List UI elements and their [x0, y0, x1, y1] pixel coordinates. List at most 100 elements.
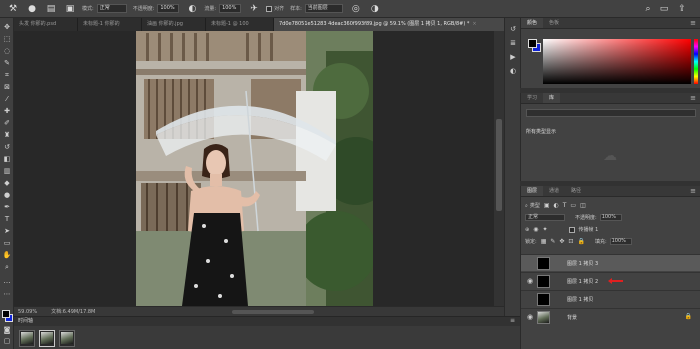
filter-smart-icon[interactable]: ◫ [580, 202, 586, 209]
hue-slider[interactable] [694, 39, 698, 84]
color-foreground-swatch[interactable] [528, 39, 537, 48]
zoom-level[interactable]: 59.09% [18, 309, 37, 315]
filter-shape-icon[interactable]: ▭ [570, 202, 576, 209]
ignore-adjustment-icon[interactable]: ◎ [350, 3, 362, 15]
search-icon[interactable]: ⌕ [642, 3, 654, 15]
document-size-info[interactable]: 文档:6.49M/17.8M [51, 308, 95, 315]
pressure-opacity-icon[interactable]: ◐ [186, 3, 198, 15]
clone-stamp-tool-icon[interactable]: ⚒ [7, 3, 19, 15]
timeline-frame-3[interactable] [59, 330, 75, 347]
horizontal-scroll-thumb[interactable] [232, 310, 314, 314]
more-tools-icon[interactable]: … [2, 277, 12, 286]
move-tool-icon[interactable]: ✥ [2, 23, 12, 32]
sample-select[interactable]: 当前图层 [304, 4, 343, 13]
vertical-scrollbar[interactable] [494, 31, 504, 306]
tab-channels[interactable]: 通道 [543, 186, 565, 196]
blend-mode-select[interactable]: 正常 [525, 214, 565, 221]
brush-preset-icon[interactable]: ● [26, 3, 38, 15]
unify-style-icon[interactable]: ✦ [542, 226, 547, 233]
color-panel-menu-icon[interactable]: ≡ [690, 19, 696, 27]
lock-position-icon[interactable]: ✥ [559, 238, 564, 245]
layer-opacity-field[interactable]: 100% [599, 214, 622, 221]
foreground-color-swatch[interactable] [2, 310, 10, 318]
quick-select-tool-icon[interactable]: ✎ [2, 59, 12, 68]
hand-tool-icon[interactable]: ✋ [2, 251, 12, 260]
healing-tool-icon[interactable]: ✚ [2, 107, 12, 116]
history-brush-tool-icon[interactable]: ↺ [2, 143, 12, 152]
tab-document-active[interactable]: 7d0e78051e51283 4deac360f993f89.jpg @ 59… [274, 18, 520, 31]
airbrush-icon[interactable]: ✈ [248, 3, 260, 15]
zoom-tool-icon[interactable]: ⌕ [2, 263, 12, 272]
color-picker-field[interactable] [543, 39, 691, 84]
fill-field[interactable]: 100% [609, 238, 632, 245]
vertical-scroll-thumb[interactable] [496, 119, 502, 211]
eraser-tool-icon[interactable]: ◧ [2, 155, 12, 164]
tab-layers[interactable]: 图层 [521, 186, 544, 196]
type-tool-icon[interactable]: T [2, 215, 12, 224]
pressure-size-icon[interactable]: ◑ [369, 3, 381, 15]
filter-pixel-icon[interactable]: ▣ [544, 202, 550, 209]
library-search-input[interactable] [526, 109, 696, 117]
tab-document-4[interactable]: 未标题-1 @ 100 [206, 18, 274, 31]
layer-filter-select[interactable]: 类型 [530, 202, 540, 209]
visibility-eye-icon[interactable]: ◉ [527, 313, 533, 321]
history-panel-icon[interactable]: ↺ [508, 24, 518, 34]
blur-tool-icon[interactable]: ◆ [2, 179, 12, 188]
frame-tool-icon[interactable]: ⊠ [2, 83, 12, 92]
lock-artboard-icon[interactable]: ⊡ [568, 238, 573, 245]
unify-position-icon[interactable]: ⊕ [525, 227, 529, 233]
stamp-tool-icon[interactable]: ♜ [2, 131, 12, 140]
quick-mask-icon[interactable]: ◙ [2, 326, 12, 335]
timeline-frame-2[interactable] [39, 330, 55, 347]
filter-type-icon[interactable]: T [563, 202, 567, 209]
tab-document-3[interactable]: 油画 你那的.jpg [142, 18, 206, 31]
tab-libraries[interactable]: 库 [543, 93, 561, 103]
timeline-frame-1[interactable] [19, 330, 35, 347]
library-type-select[interactable]: 所有类型显示 [526, 128, 556, 135]
actions-panel-icon[interactable]: ▶ [508, 52, 518, 62]
marquee-tool-icon[interactable]: ⬚ [2, 35, 12, 44]
unify-visibility-icon[interactable]: ◉ [533, 226, 538, 233]
layer-row[interactable]: ◉ 图层 1 拷贝 3 [521, 254, 700, 271]
shape-tool-icon[interactable]: ▭ [2, 239, 12, 248]
adjustments-panel-icon[interactable]: ◐ [508, 66, 518, 76]
path-select-tool-icon[interactable]: ➤ [2, 227, 12, 236]
layer-row[interactable]: ◉ 图层 1 拷贝 2 [521, 272, 700, 289]
tab-learn[interactable]: 学习 [521, 93, 543, 103]
layer-name[interactable]: 图层 1 拷贝 [567, 296, 593, 303]
screen-mode-icon[interactable]: ▢ [2, 337, 12, 346]
lock-all-icon[interactable]: 🔒 [577, 238, 584, 245]
workspace-icon[interactable]: ▭ [658, 3, 670, 15]
dodge-tool-icon[interactable]: ● [2, 191, 12, 200]
eyedropper-tool-icon[interactable]: ⁄ [2, 95, 12, 104]
edit-toolbar-icon[interactable]: ⋯ [2, 290, 12, 299]
lock-pixels-icon[interactable]: ✎ [550, 238, 555, 245]
crop-tool-icon[interactable]: ⌗ [2, 71, 12, 80]
close-tab-icon[interactable]: × [472, 21, 476, 27]
timeline-menu-icon[interactable]: ≡ [510, 317, 515, 324]
propagate-frame-checkbox[interactable] [569, 226, 576, 233]
visibility-eye-icon[interactable]: ◉ [527, 277, 533, 285]
document-image[interactable] [136, 31, 373, 306]
gradient-tool-icon[interactable]: ▥ [2, 167, 12, 176]
layer-name[interactable]: 背景 [567, 314, 577, 321]
flow-field[interactable]: 100% [219, 4, 242, 13]
libraries-panel-menu-icon[interactable]: ≡ [690, 94, 696, 102]
share-icon[interactable]: ⇪ [676, 3, 688, 15]
lock-transparent-icon[interactable]: ▦ [541, 238, 547, 245]
brush-tool-icon[interactable]: ✐ [2, 119, 12, 128]
pen-tool-icon[interactable]: ✒ [2, 203, 12, 212]
opacity-field[interactable]: 100% [157, 4, 180, 13]
layer-row[interactable]: ◉ 图层 1 拷贝 [521, 290, 700, 307]
lasso-tool-icon[interactable]: ◌ [2, 47, 12, 56]
layer-row[interactable]: ◉ 背景 🔒 [521, 308, 700, 325]
aligned-checkbox[interactable] [266, 5, 273, 12]
tab-document-1[interactable]: 头发 你那的.psd [14, 18, 78, 31]
layer-name[interactable]: 图层 1 拷贝 3 [567, 260, 598, 267]
properties-panel-icon[interactable]: ≣ [508, 38, 518, 48]
layers-panel-menu-icon[interactable]: ≡ [690, 187, 696, 195]
brush-settings-icon[interactable]: ▤ [45, 3, 57, 15]
clone-source-icon[interactable]: ▣ [64, 3, 76, 15]
tab-swatches[interactable]: 色板 [543, 18, 565, 28]
filter-adjustment-icon[interactable]: ◐ [554, 202, 559, 209]
